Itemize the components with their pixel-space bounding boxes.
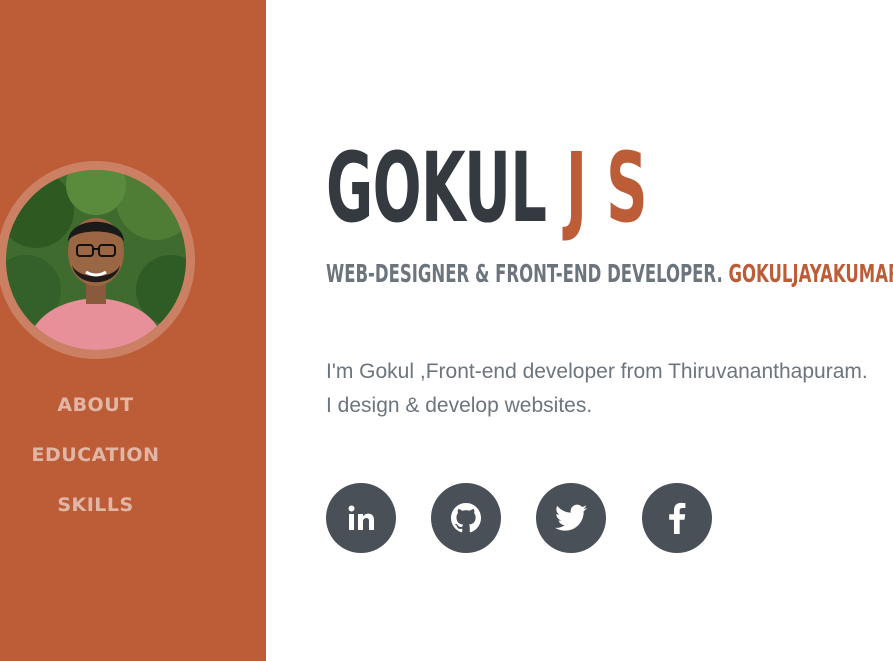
facebook-button[interactable] (642, 483, 712, 553)
main-content: GOKUL J S WEB-DESIGNER & FRONT-END DEVEL… (326, 0, 893, 661)
facebook-icon (669, 502, 686, 534)
nav-item-about[interactable]: ABOUT (0, 390, 191, 440)
twitter-icon (555, 504, 587, 531)
sidebar: ABOUT EDUCATION SKILLS (0, 0, 266, 661)
last-name: J S (565, 132, 648, 244)
subheading: WEB-DESIGNER & FRONT-END DEVELOPER. GOKU… (326, 258, 893, 290)
intro-line: I'm Gokul ,Front-end developer from Thir… (326, 360, 868, 383)
github-button[interactable] (431, 483, 501, 553)
linkedin-icon (348, 505, 374, 530)
first-name: GOKUL (326, 132, 547, 244)
nav-item-skills[interactable]: SKILLS (0, 490, 191, 540)
avatar-ring (0, 161, 195, 359)
intro-line: I design & develop websites. (326, 394, 593, 417)
avatar-photo (6, 170, 186, 350)
linkedin-button[interactable] (326, 483, 396, 553)
email-link[interactable]: GOKULJAYAKUMARTVM (728, 259, 893, 288)
intro-text: I'm Gokul ,Front-end developer from Thir… (326, 355, 868, 423)
sidebar-nav: ABOUT EDUCATION SKILLS (0, 390, 191, 540)
role-text: WEB-DESIGNER & FRONT-END DEVELOPER. (326, 259, 723, 288)
twitter-button[interactable] (536, 483, 606, 553)
page-title: GOKUL J S (326, 132, 648, 244)
github-icon (451, 503, 481, 533)
avatar (6, 170, 186, 350)
nav-item-education[interactable]: EDUCATION (0, 440, 191, 490)
